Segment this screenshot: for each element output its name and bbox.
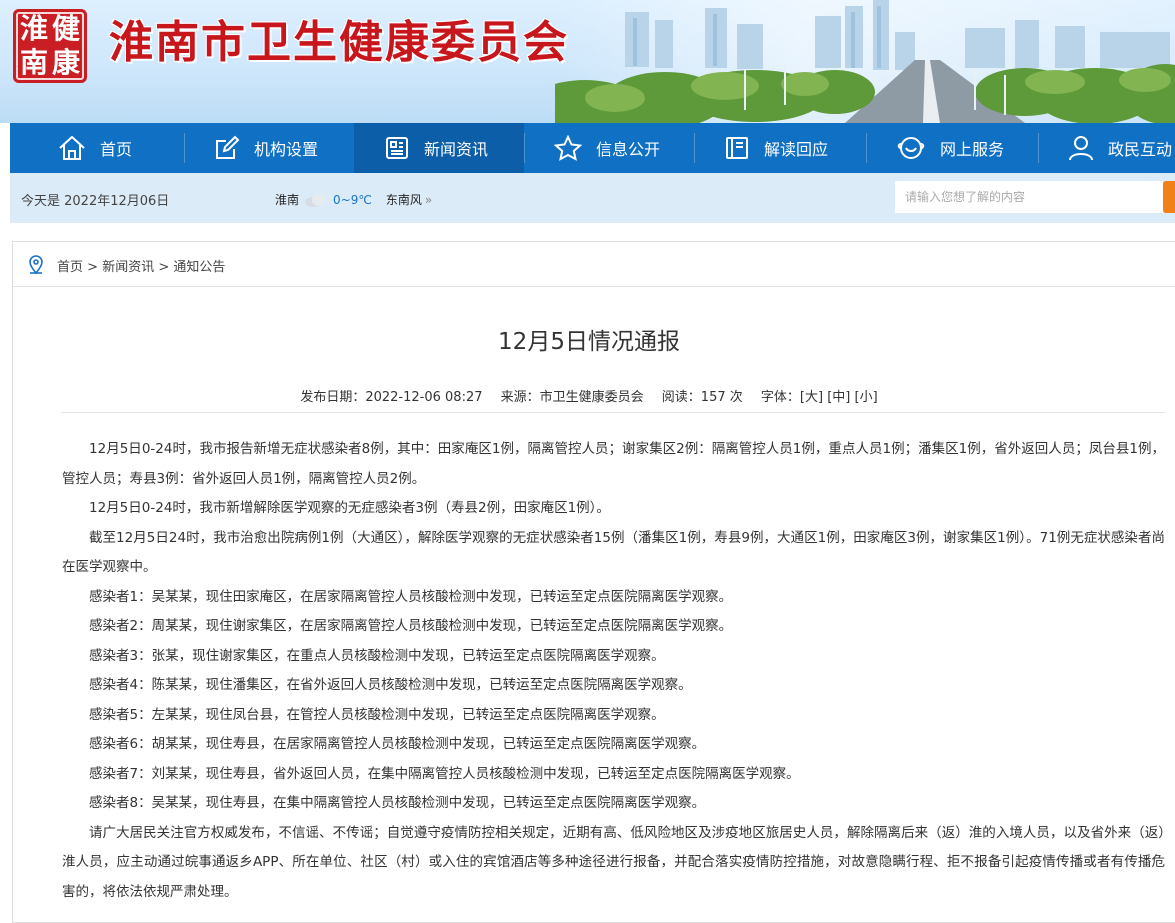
weather-city: 淮南: [275, 193, 300, 207]
read-count: 阅读：157 次: [661, 390, 743, 405]
nav-item-home[interactable]: 首页: [10, 123, 184, 173]
article-paragraph: 请广大居民关注官方权威发布，不信谣、不传谣；自觉遵守疫情防控相关规定，近期有高、…: [62, 824, 1165, 900]
nav-item-label: 信息公开: [596, 140, 661, 159]
nav-item-label: 解读回应: [764, 140, 829, 159]
weather-temperature: 0~9℃: [333, 192, 372, 207]
article-meta: 发布日期：2022-12-06 08:27 来源：市卫生健康委员会 阅读：157…: [13, 386, 1165, 405]
breadcrumb-news-link[interactable]: 新闻资讯: [102, 260, 154, 275]
article-body: 12月5日0-24时，我市报告新增无症状感染者8例，其中：田家庵区1例，隔离管控…: [62, 435, 1165, 907]
article-title: 12月5日情况通报: [498, 329, 680, 355]
article-paragraph: 感染者7：刘某某，现住寿县，省外返回人员，在集中隔离管控人员核酸检测中发现，已转…: [89, 765, 800, 782]
nav-item-interpretation[interactable]: 解读回应: [694, 123, 866, 173]
article-paragraph: 感染者8：吴某某，现住寿县，在集中隔离管控人员核酸检测中发现，已转运至定点医院隔…: [89, 795, 706, 811]
article-paragraph: 感染者6：胡某某，现住寿县，在居家隔离管控人员核酸检测中发现，已转运至定点医院隔…: [89, 736, 706, 752]
nav-item-label: 机构设置: [254, 140, 319, 159]
location-pin-icon: [29, 255, 43, 275]
breadcrumb-home-link[interactable]: 首页: [57, 260, 83, 275]
nav-item-label: 政民互动: [1108, 140, 1173, 159]
article-source: 来源：市卫生健康委员会: [500, 390, 644, 405]
article-paragraph: 感染者4：陈某某，现住潘集区，在省外返回人员核酸检测中发现，已转运至定点医院隔离…: [89, 677, 692, 693]
book-icon: [726, 137, 748, 159]
breadcrumb: 首页 > 新闻资讯 > 通知公告: [13, 242, 1175, 287]
article-paragraph: 12月5日0-24时，我市报告新增无症状感染者8例，其中：田家庵区1例，隔离管控…: [62, 441, 1165, 487]
article-paragraph: 感染者5：左某某，现住凤台县，在管控人员核酸检测中发现，已转运至定点医院隔离医学…: [89, 706, 665, 723]
edit-icon: [216, 135, 240, 159]
font-size-medium-link[interactable]: [中]: [827, 390, 850, 405]
nav-item-label: 新闻资讯: [424, 140, 489, 159]
site-banner: 淮 健 南 康 淮南市卫生健康委员会: [0, 0, 1175, 123]
nav-item-label: 首页: [100, 140, 133, 159]
main-nav: 首页 机构设置 新闻资讯 信息公开 解读回应 网上服务 政民互动: [10, 123, 1175, 173]
seal-char: 淮: [19, 12, 48, 45]
current-date: 今天是 2022年12月06日: [21, 194, 170, 209]
nav-item-organization[interactable]: 机构设置: [184, 123, 354, 173]
breadcrumb-separator: >: [83, 260, 103, 275]
seal-char: 南: [19, 46, 48, 79]
article-paragraph: 截至12月5日24时，我市治愈出院病例1例（大通区），解除医学观察的无症状感染者…: [62, 529, 1165, 576]
seal-char: 康: [51, 46, 80, 79]
weather-wind: 东南风: [385, 193, 422, 207]
article-paragraph: 感染者2：周某某，现住谢家集区，在居家隔离管控人员核酸检测中发现，已转运至定点医…: [89, 618, 733, 634]
nav-item-label: 网上服务: [940, 140, 1005, 159]
breadcrumb-notice-link[interactable]: 通知公告: [173, 260, 225, 275]
nav-item-online-service[interactable]: 网上服务: [866, 123, 1038, 173]
breadcrumb-separator: >: [154, 260, 174, 275]
nav-item-news[interactable]: 新闻资讯: [354, 123, 524, 173]
news-icon: [386, 137, 408, 159]
city-skyline-image: [555, 0, 1175, 123]
article-paragraph: 感染者3：张某，现住谢家集区，在重点人员核酸检测中发现，已转运至定点医院隔离医学…: [89, 647, 665, 664]
service-icon: [897, 137, 925, 159]
search-button[interactable]: [1163, 181, 1175, 213]
article-container: 首页 > 新闻资讯 > 通知公告 12月5日情况通报 发布日期：2022-12-…: [12, 241, 1175, 923]
nav-item-info-disclosure[interactable]: 信息公开: [524, 123, 694, 173]
font-size-small-link[interactable]: [小]: [855, 390, 878, 405]
search-input[interactable]: [895, 181, 1163, 213]
font-size-large-link[interactable]: [大]: [800, 390, 823, 405]
user-icon: [1069, 136, 1093, 161]
star-icon: [554, 135, 582, 161]
meta-divider: [61, 412, 1165, 413]
info-bar: 今天是 2022年12月06日 淮南 0~9℃ 东南风 »: [10, 173, 1175, 223]
cloudy-icon: [305, 193, 327, 207]
article-paragraph: 12月5日0-24时，我市新增解除医学观察的无症感染者3例（寿县2例，田家庵区1…: [89, 500, 610, 516]
font-size-label: 字体：: [760, 390, 800, 405]
weather-widget: 淮南 0~9℃ 东南风 »: [275, 191, 432, 208]
publish-date: 发布日期：2022-12-06 08:27: [300, 390, 483, 405]
site-logo-seal[interactable]: 淮 健 南 康: [13, 9, 87, 83]
seal-char: 健: [51, 12, 80, 45]
more-arrow-icon[interactable]: »: [425, 193, 432, 207]
site-title[interactable]: 淮南市卫生健康委员会: [109, 13, 569, 73]
nav-item-interaction[interactable]: 政民互动: [1038, 123, 1175, 173]
home-icon: [59, 135, 85, 160]
article-paragraph: 感染者1：吴某某，现住田家庵区，在居家隔离管控人员核酸检测中发现，已转运至定点医…: [89, 588, 733, 605]
